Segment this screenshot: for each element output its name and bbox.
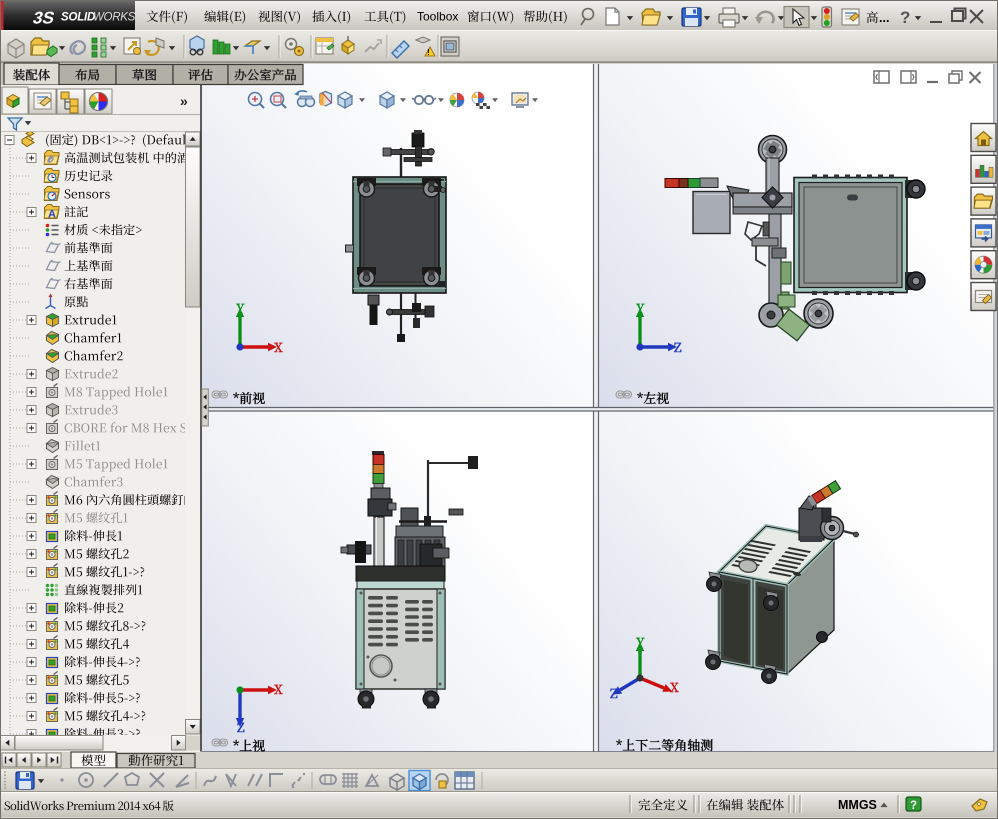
svg-text:...: ...: [879, 11, 889, 25]
svg-text:Toolbox: Toolbox: [417, 10, 458, 24]
svg-text:?: ?: [910, 800, 917, 812]
svg-text:SOLID: SOLID: [61, 12, 95, 24]
svg-text:?: ?: [900, 8, 910, 27]
svg-text:A: A: [48, 209, 56, 221]
svg-text:»: »: [180, 93, 188, 109]
svg-text:WORKS: WORKS: [93, 12, 136, 24]
svg-text:!: !: [427, 48, 430, 57]
svg-text:MMGS: MMGS: [838, 798, 877, 812]
